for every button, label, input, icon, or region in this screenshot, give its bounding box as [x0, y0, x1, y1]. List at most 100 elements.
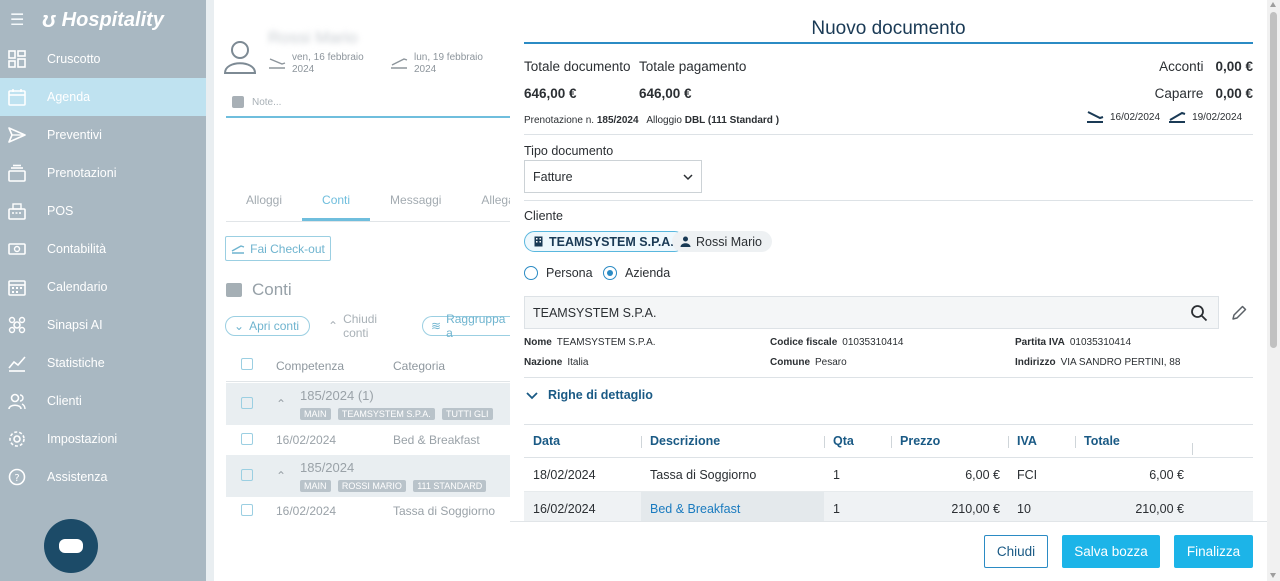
row-select-cell — [226, 468, 276, 484]
sidebar-item-preventivi[interactable]: Preventivi — [0, 116, 206, 154]
scroll-thumb[interactable] — [1270, 12, 1277, 348]
col-descrizione[interactable]: Descrizione — [641, 434, 824, 448]
radio-persona[interactable]: Persona — [524, 266, 593, 280]
edit-pencil-icon[interactable] — [1230, 304, 1248, 322]
gear-icon — [8, 430, 26, 448]
row-checkbox[interactable] — [241, 432, 253, 445]
col-categoria[interactable]: Categoria — [393, 359, 510, 373]
tab-conti[interactable]: Conti — [302, 182, 371, 221]
group-by-label: Raggruppa a — [446, 312, 506, 340]
radio-button-selected — [603, 266, 617, 280]
tab-alloggi[interactable]: Alloggi — [226, 182, 302, 221]
group-by-button[interactable]: ≋ Raggruppa a — [422, 312, 514, 340]
row-description: Tassa di Soggiorno — [650, 467, 757, 482]
col-qta[interactable]: Qta — [824, 434, 891, 448]
row-description-link[interactable]: Bed & Breakfast — [650, 502, 740, 516]
col-iva[interactable]: IVA — [1008, 434, 1075, 448]
table-row[interactable]: 16/02/2024 Bed & Breakfast — [226, 426, 510, 454]
accounts-table-header: Competenza Categoria — [226, 350, 510, 382]
table-row[interactable]: 16/02/2024 Tassa di Soggiorno — [226, 498, 510, 524]
dialog-title: Nuovo documento — [524, 18, 1253, 44]
field-label: Nazione — [524, 357, 563, 368]
tab-messaggi[interactable]: Messaggi — [370, 182, 461, 221]
new-document-dialog: Nuovo documento Totale documento 646,00 … — [510, 0, 1267, 581]
arrival-day: ven, 16 febbraio — [292, 52, 364, 63]
select-all-checkbox[interactable] — [241, 358, 253, 370]
col-data[interactable]: Data — [524, 434, 641, 448]
client-company-chip[interactable]: TEAMSYSTEM S.P.A. — [524, 231, 685, 252]
booking-info: Prenotazione n. 185/2024 Alloggio DBL (1… — [524, 115, 779, 126]
client-badge: TEAMSYSTEM S.P.A. — [337, 408, 435, 420]
checkout-label: Fai Check-out — [250, 241, 325, 256]
sidebar-item-clienti[interactable]: Clienti — [0, 382, 206, 420]
sidebar-menu: Cruscotto Agenda Preventivi Prenotazioni… — [0, 40, 206, 496]
plane-takeoff-icon — [391, 58, 408, 69]
document-type-select[interactable]: Fatture — [524, 160, 702, 193]
save-draft-button[interactable]: Salva bozza — [1062, 535, 1160, 568]
row-total: 210,00 € — [1135, 501, 1184, 516]
detail-rows-toggle[interactable]: Righe di dettaglio — [526, 388, 653, 402]
chevron-up-icon[interactable]: ⌃ — [276, 397, 300, 411]
radio-persona-label: Persona — [546, 266, 593, 280]
hamburger-menu-icon[interactable]: ☰ — [10, 10, 32, 30]
chat-support-button[interactable] — [44, 519, 98, 573]
sidebar-item-label: POS — [47, 204, 74, 218]
close-accounts-button[interactable]: ⌃ Chiudi conti — [320, 312, 412, 340]
app-logo[interactable]: ʊ Hospitality — [42, 7, 164, 33]
row-checkbox[interactable] — [241, 468, 253, 481]
row-select-cell — [226, 503, 276, 519]
sidebar-item-calendario[interactable]: Calendario — [0, 268, 206, 306]
chevron-down-icon: ⌄ — [234, 319, 245, 333]
search-icon[interactable] — [1190, 304, 1208, 322]
layers-icon: ≋ — [431, 319, 442, 333]
radio-button — [524, 266, 538, 280]
sidebar-item-pos[interactable]: POS — [0, 192, 206, 230]
detail-rows-table: Data Descrizione Qta Prezzo IVA Totale 1… — [524, 424, 1253, 526]
col-competenza[interactable]: Competenza — [276, 359, 393, 373]
sidebar-item-assistenza[interactable]: ? Assistenza — [0, 458, 206, 496]
row-checkbox[interactable] — [241, 396, 253, 409]
client-name-field: Nome TEAMSYSTEM S.P.A. — [524, 337, 656, 348]
col-totale[interactable]: Totale — [1075, 434, 1192, 448]
sidebar-item-prenotazioni[interactable]: Prenotazioni — [0, 154, 206, 192]
account-group-row[interactable]: ⌃ 185/2024 (1) MAIN TEAMSYSTEM S.P.A. TU… — [226, 383, 510, 425]
client-company-name: TEAMSYSTEM S.P.A. — [549, 234, 674, 249]
table-row[interactable]: 18/02/2024 Tassa di Soggiorno 1 6,00 € F… — [524, 458, 1253, 492]
checkout-button[interactable]: Fai Check-out — [225, 236, 331, 261]
sidebar-item-sinapsi-ai[interactable]: Sinapsi AI — [0, 306, 206, 344]
building-icon — [534, 236, 543, 247]
col-prezzo[interactable]: Prezzo — [891, 434, 1008, 448]
sidebar-item-statistiche[interactable]: Statistiche — [0, 344, 206, 382]
chevron-down-icon — [683, 173, 693, 180]
finalize-button[interactable]: Finalizza — [1174, 535, 1253, 568]
sidebar-item-agenda[interactable]: Agenda — [0, 78, 206, 116]
row-checkbox[interactable] — [241, 503, 253, 516]
sidebar-item-label: Prenotazioni — [47, 166, 117, 180]
radio-azienda[interactable]: Azienda — [603, 266, 670, 280]
open-accounts-button[interactable]: ⌄ Apri conti — [225, 316, 310, 336]
notes-field[interactable]: Note... — [226, 88, 510, 118]
departure-year: 2024 — [414, 64, 437, 75]
reservation-tabs: Alloggi Conti Messaggi Allega — [226, 182, 515, 222]
account-group-row[interactable]: ⌃ 185/2024 MAIN ROSSI MARIO 111 STANDARD — [226, 455, 510, 497]
close-button[interactable]: Chiudi — [984, 535, 1048, 568]
client-search-input[interactable]: TEAMSYSTEM S.P.A. — [524, 296, 1219, 329]
ai-icon — [8, 316, 26, 334]
page-scrollbar[interactable] — [1267, 0, 1280, 581]
divider — [524, 377, 1253, 378]
sidebar-item-contabilita[interactable]: Contabilità — [0, 230, 206, 268]
client-person-chip[interactable]: Rossi Mario — [672, 231, 772, 252]
detail-rows-label: Righe di dettaglio — [548, 388, 653, 402]
chevron-up-icon: ⌃ — [328, 319, 339, 333]
chevron-up-icon[interactable]: ⌃ — [276, 469, 300, 483]
status-badge: MAIN — [300, 480, 331, 492]
table-header: Data Descrizione Qta Prezzo IVA Totale — [524, 425, 1253, 458]
client-city-field: Comune Pesaro — [770, 357, 847, 368]
sidebar-item-cruscotto[interactable]: Cruscotto — [0, 40, 206, 78]
scroll-down-arrow-icon[interactable] — [1270, 573, 1276, 578]
money-icon — [8, 240, 26, 258]
row-qty: 1 — [833, 467, 840, 482]
row-select-cell — [226, 396, 276, 412]
scroll-up-arrow-icon[interactable] — [1270, 2, 1276, 7]
sidebar-item-impostazioni[interactable]: Impostazioni — [0, 420, 206, 458]
